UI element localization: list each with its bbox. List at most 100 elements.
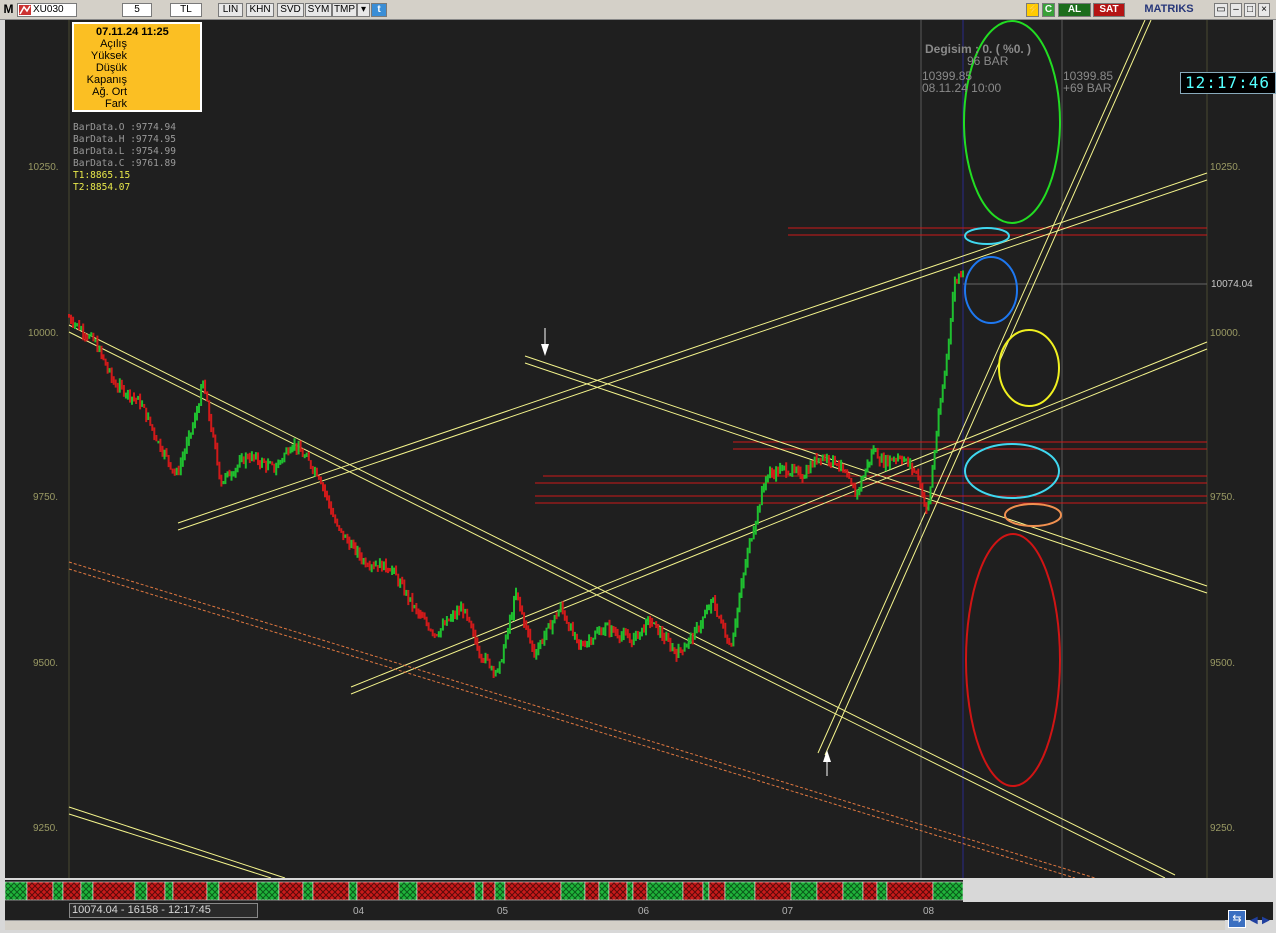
ohlc-info-box: 07.11.24 11:25 Açılış Yüksek Düşük Kapan… xyxy=(72,22,202,112)
dashed-channel xyxy=(68,561,1096,878)
y-label-right: 9500. xyxy=(1210,658,1236,669)
session-block xyxy=(4,881,28,901)
brand-logo: MATRIKS xyxy=(1127,3,1211,17)
session-block xyxy=(206,881,220,901)
session-block xyxy=(416,881,476,901)
session-block xyxy=(816,881,844,901)
bardata-high: BarData.H :9774.95 xyxy=(73,134,176,145)
price-candles xyxy=(68,270,964,678)
y-label-right: 9250. xyxy=(1210,823,1236,834)
sell-button[interactable]: SAT xyxy=(1093,3,1125,17)
session-strip xyxy=(4,880,964,902)
y-label-left: 10250. xyxy=(28,162,59,173)
ellipse-cyan-small xyxy=(964,227,1010,245)
session-block xyxy=(584,881,600,901)
price-chart[interactable] xyxy=(5,20,1273,878)
session-block xyxy=(626,881,634,901)
horizontal-scrollbar[interactable] xyxy=(5,920,1225,930)
currency-field[interactable]: TL xyxy=(170,3,202,17)
arrow-down-marker xyxy=(541,328,549,356)
clock-display: 12:17:46 xyxy=(1180,72,1276,94)
session-block xyxy=(754,881,792,901)
session-block xyxy=(356,881,400,901)
twitter-icon[interactable]: t xyxy=(371,3,387,17)
session-block xyxy=(862,881,878,901)
session-block xyxy=(146,881,166,901)
close-icon[interactable]: × xyxy=(1258,3,1270,17)
y-label-right: 9750. xyxy=(1210,492,1236,503)
session-block xyxy=(724,881,756,901)
bardata-low: BarData.L :9754.99 xyxy=(73,146,176,157)
khn-button[interactable]: KHN xyxy=(246,3,274,17)
info-avg-label: Ağ. Ort xyxy=(92,86,127,98)
refresh-icon[interactable]: C xyxy=(1042,3,1055,17)
bar-count-readout: 96 BAR xyxy=(967,54,1009,68)
session-block xyxy=(842,881,864,901)
lightning-icon[interactable]: ⚡ xyxy=(1026,3,1039,17)
lin-button[interactable]: LIN xyxy=(218,3,243,17)
session-block xyxy=(482,881,496,901)
session-block xyxy=(302,881,314,901)
session-block xyxy=(218,881,258,901)
ellipse-blue xyxy=(964,256,1018,324)
session-block xyxy=(92,881,136,901)
x-label: 07 xyxy=(782,906,794,917)
x-label: 05 xyxy=(497,906,509,917)
y-label-left: 9500. xyxy=(33,658,59,669)
x-label: 04 xyxy=(353,906,365,917)
session-block xyxy=(62,881,82,901)
session-block xyxy=(134,881,148,901)
x-label: 08 xyxy=(923,906,935,917)
session-block xyxy=(632,881,648,901)
y-label-left: 9750. xyxy=(33,492,59,503)
x-label: 06 xyxy=(638,906,650,917)
session-block xyxy=(608,881,628,901)
chevron-down-icon[interactable]: ▾ xyxy=(357,3,370,17)
ellipse-yellow xyxy=(998,329,1060,407)
session-block xyxy=(790,881,818,901)
session-block xyxy=(164,881,174,901)
session-block xyxy=(702,881,710,901)
last-price-tag: 10074.04 xyxy=(1208,278,1272,291)
ellipse-cyan-large xyxy=(964,443,1060,499)
menu-button[interactable]: M xyxy=(2,3,15,17)
chart-toolbar: M XU030 5 TL LIN KHN SVD SYM TMP ▾ t ⚡ C… xyxy=(0,0,1276,20)
sym-button[interactable]: SYM xyxy=(305,3,332,17)
session-block xyxy=(256,881,280,901)
period-field[interactable]: 5 xyxy=(122,3,152,17)
cursor-readout: 10074.04 - 16158 - 12:17:45 xyxy=(69,903,258,918)
session-blocks xyxy=(4,881,964,901)
ellipse-red xyxy=(965,533,1061,787)
info-diff-label: Fark xyxy=(105,98,127,110)
maximize-icon[interactable]: □ xyxy=(1244,3,1256,17)
session-block xyxy=(80,881,94,901)
bardata-open: BarData.O :9774.94 xyxy=(73,122,176,133)
session-block xyxy=(278,881,304,901)
session-block xyxy=(504,881,562,901)
chart-canvas[interactable] xyxy=(5,20,1273,878)
session-block xyxy=(474,881,484,901)
y-label-left: 10000. xyxy=(28,328,59,339)
session-block xyxy=(646,881,684,901)
scroll-right-icon[interactable]: ▶ xyxy=(1262,915,1272,927)
info-open-label: Açılış xyxy=(100,38,127,50)
session-block xyxy=(682,881,704,901)
info-datetime: 07.11.24 11:25 xyxy=(96,26,169,38)
session-block xyxy=(172,881,208,901)
info-high-label: Yüksek xyxy=(90,50,127,62)
dropdown-icon[interactable]: ▭ xyxy=(1214,3,1228,17)
arrow-up-marker xyxy=(823,750,831,776)
tmp-button[interactable]: TMP xyxy=(332,3,357,17)
minimize-icon[interactable]: – xyxy=(1230,3,1242,17)
info-low-label: Düşük xyxy=(95,62,127,74)
y-label-left: 9250. xyxy=(33,823,59,834)
start-date-readout: 08.11.24 10:00 xyxy=(922,81,1002,95)
scroll-left-icon[interactable]: ◀ xyxy=(1250,915,1260,927)
svd-button[interactable]: SVD xyxy=(277,3,304,17)
sync-icon[interactable]: ⇆ xyxy=(1228,910,1246,928)
session-block xyxy=(26,881,54,901)
target-t2: T2:8854.07 xyxy=(73,182,131,193)
session-block xyxy=(708,881,726,901)
buy-button[interactable]: AL xyxy=(1058,3,1091,17)
info-close-label: Kapanış xyxy=(86,74,127,86)
